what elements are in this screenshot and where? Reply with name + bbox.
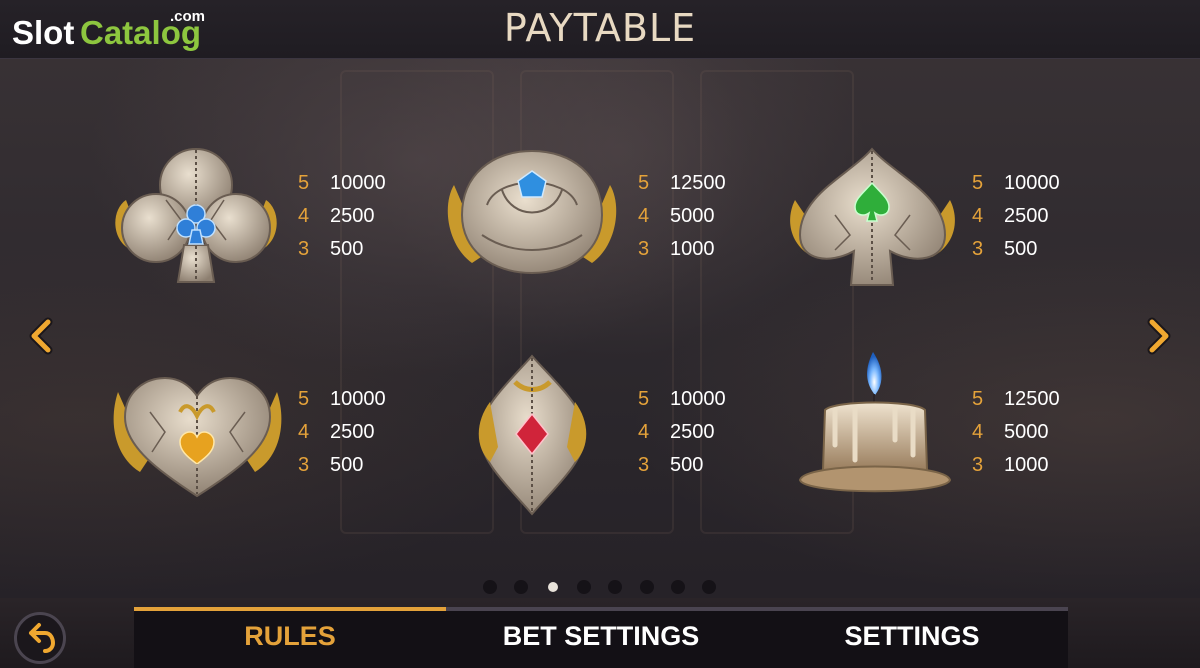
candle-paytable: 5 12500 4 5000 3 1000 <box>972 388 1060 487</box>
pay-row: 3 1000 <box>972 454 1049 476</box>
diamond-symbol-icon <box>478 354 587 516</box>
logo-word-slot: Slot <box>12 14 75 51</box>
page-dot[interactable] <box>514 580 528 594</box>
page-dot[interactable] <box>577 580 591 594</box>
rose-paytable: 5 12500 4 5000 3 1000 <box>638 172 726 271</box>
club-symbol-icon <box>115 148 277 283</box>
pay-row: 4 2500 <box>298 205 375 227</box>
pay-row: 5 10000 <box>638 388 726 410</box>
active-tab-indicator <box>134 607 446 611</box>
candle-symbol-icon <box>798 352 952 493</box>
pay-row: 3 1000 <box>638 238 715 260</box>
diamond-paytable: 5 10000 4 2500 3 500 <box>638 388 726 487</box>
page-dot[interactable] <box>640 580 654 594</box>
menu-tab-bar: RULES BET SETTINGS SETTINGS <box>134 607 1068 668</box>
pay-row: 4 2500 <box>298 421 375 443</box>
page-dot[interactable] <box>608 580 622 594</box>
pay-row: 4 5000 <box>972 421 1049 443</box>
pay-row: 5 10000 <box>972 172 1060 194</box>
pay-row: 4 5000 <box>638 205 715 227</box>
pay-row: 3 500 <box>298 454 364 476</box>
pay-row: 3 500 <box>638 454 704 476</box>
tab-bet-settings[interactable]: BET SETTINGS <box>446 621 756 661</box>
slotcatalog-logo: Slot Catalog .com <box>12 8 222 56</box>
page-dot-active[interactable] <box>548 582 558 592</box>
tab-rules[interactable]: RULES <box>134 621 446 661</box>
game-background <box>0 0 1200 668</box>
spade-symbol-icon <box>790 147 955 286</box>
spade-paytable: 5 10000 4 2500 3 500 <box>972 172 1060 271</box>
pay-row: 5 12500 <box>638 172 726 194</box>
pay-row: 5 10000 <box>298 388 386 410</box>
tab-settings[interactable]: SETTINGS <box>756 621 1068 661</box>
logo-suffix: .com <box>170 8 206 25</box>
page-dot[interactable] <box>702 580 716 594</box>
undo-arrow-icon <box>29 623 55 653</box>
chevron-left-icon[interactable] <box>22 316 62 356</box>
pay-row: 3 500 <box>298 238 364 260</box>
page-dot[interactable] <box>483 580 497 594</box>
chevron-right-icon[interactable] <box>1138 316 1178 356</box>
pay-row: 4 2500 <box>972 205 1049 227</box>
pay-row: 5 12500 <box>972 388 1060 410</box>
heart-symbol-icon <box>113 376 282 498</box>
club-paytable: 5 10000 4 2500 3 500 <box>298 172 386 271</box>
pay-row: 4 2500 <box>638 421 715 443</box>
heart-paytable: 5 10000 4 2500 3 500 <box>298 388 386 487</box>
rose-symbol-icon <box>447 149 617 275</box>
page-dot[interactable] <box>671 580 685 594</box>
back-button[interactable] <box>14 612 66 664</box>
candle-flame <box>867 352 882 395</box>
tab-divider-line <box>446 607 1068 611</box>
pay-row: 5 10000 <box>298 172 386 194</box>
pay-row: 3 500 <box>972 238 1038 260</box>
